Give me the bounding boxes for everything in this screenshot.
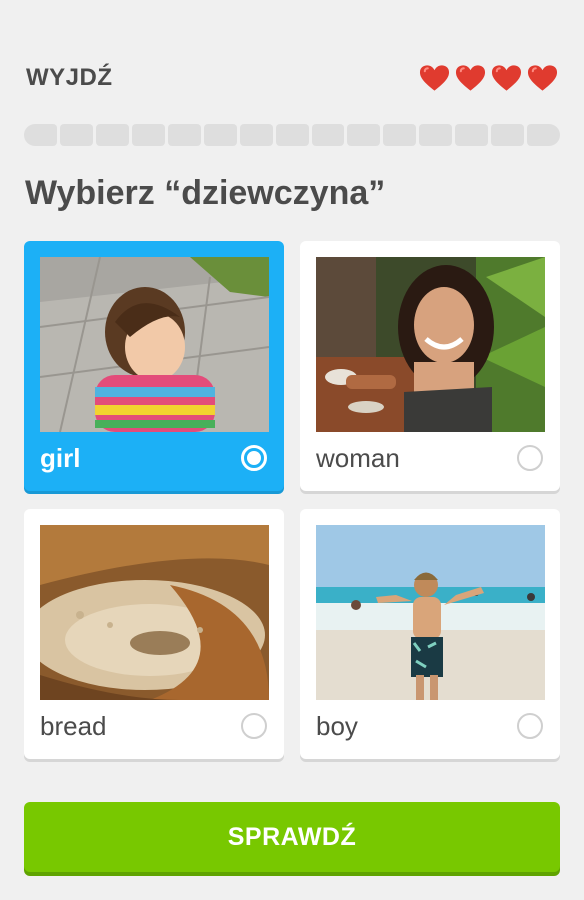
- option-card-woman[interactable]: woman: [300, 241, 560, 491]
- toddler-girl-photo: [40, 257, 269, 432]
- check-button[interactable]: SPRAWDŹ: [24, 802, 560, 872]
- progress-segment: [131, 124, 165, 146]
- progress-segment: [311, 124, 345, 146]
- progress-segment: [59, 124, 93, 146]
- progress-segment: [203, 124, 237, 146]
- radio-button-selected[interactable]: [241, 445, 267, 471]
- progress-segment: [527, 124, 561, 146]
- heart-icon: [455, 65, 486, 91]
- option-label: girl: [40, 443, 81, 473]
- question-prompt: Wybierz “dziewczyna”: [25, 174, 386, 212]
- radio-button[interactable]: [517, 445, 543, 471]
- progress-segment: [239, 124, 273, 146]
- radio-button[interactable]: [241, 713, 267, 739]
- option-label: bread: [40, 711, 107, 741]
- heart-icon: [491, 65, 522, 91]
- progress-segment: [491, 124, 525, 146]
- progress-segment: [275, 124, 309, 146]
- progress-segment: [24, 124, 57, 146]
- option-label: boy: [316, 711, 358, 741]
- progress-segment: [383, 124, 417, 146]
- lesson-progress-bar: [24, 124, 561, 146]
- hearts-display: [419, 64, 558, 92]
- option-label: woman: [316, 443, 400, 473]
- progress-segment: [95, 124, 129, 146]
- progress-segment: [455, 124, 489, 146]
- option-card-boy[interactable]: boy: [300, 509, 560, 759]
- progress-segment: [167, 124, 201, 146]
- smiling-woman-photo: [316, 257, 545, 432]
- boy-on-beach-photo: [316, 525, 545, 700]
- option-card-bread[interactable]: bread: [24, 509, 284, 759]
- bread-loaf-photo: [40, 525, 269, 700]
- radio-button[interactable]: [517, 713, 543, 739]
- progress-segment: [347, 124, 381, 146]
- heart-icon: [419, 65, 450, 91]
- option-card-girl[interactable]: girl: [24, 241, 284, 491]
- progress-segment: [419, 124, 453, 146]
- exit-button[interactable]: WYJDŹ: [26, 64, 113, 92]
- heart-icon: [527, 65, 558, 91]
